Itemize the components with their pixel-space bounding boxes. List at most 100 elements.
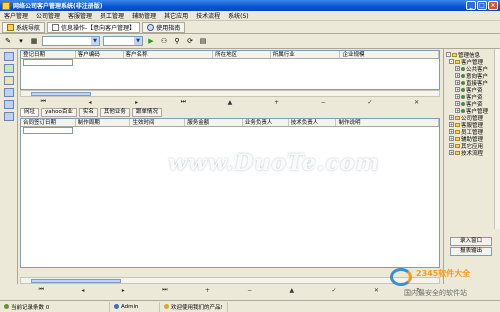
col-production-notes[interactable]: 制作说明	[336, 119, 439, 126]
first-record-icon[interactable]: ⏮	[37, 98, 49, 106]
scroll-thumb[interactable]	[31, 279, 121, 283]
col-industry[interactable]: 所属行业	[271, 51, 341, 58]
expand-icon[interactable]: +	[449, 143, 454, 148]
last-record-icon[interactable]: ⏭	[162, 286, 167, 294]
entry-window-button[interactable]: 录入窗口	[450, 237, 492, 246]
expand-icon[interactable]: +	[455, 108, 460, 113]
col-customer-code[interactable]: 客户编码	[76, 51, 124, 58]
scroll-thumb[interactable]	[31, 92, 91, 96]
menu-system[interactable]: 系统(S)	[224, 11, 253, 20]
prev-record-icon[interactable]: ◂	[81, 287, 84, 294]
col-business-owner[interactable]: 业务负责人	[243, 119, 289, 126]
sort-up-icon[interactable]: ▲	[224, 99, 236, 106]
export-icon[interactable]	[4, 100, 14, 109]
delete-record-icon[interactable]	[4, 76, 14, 85]
expand-icon[interactable]: +	[449, 150, 454, 155]
next-record-icon[interactable]: ▸	[122, 287, 125, 294]
minimize-button[interactable]: _	[466, 1, 476, 10]
expand-icon[interactable]: +	[449, 122, 454, 127]
menu-customer[interactable]: 客户管理	[0, 11, 32, 20]
last-record-icon[interactable]: ⏭	[177, 98, 189, 106]
menu-other[interactable]: 其它应用	[160, 11, 192, 20]
menu-service[interactable]: 客服管理	[64, 11, 96, 20]
remove-icon[interactable]: −	[247, 287, 252, 294]
customer-grid[interactable]: 登记日期 客户编码 客户名称 所在地区 所属行业 企业规模	[20, 50, 440, 90]
col-customer-name[interactable]: 客户名称	[124, 51, 214, 58]
edit-pencil-icon[interactable]: ✎	[3, 36, 13, 46]
close-button[interactable]: ×	[488, 1, 498, 10]
expand-icon[interactable]: +	[455, 101, 460, 106]
col-tech-owner[interactable]: 技术负责人	[289, 119, 337, 126]
col-company-size[interactable]: 企业规模	[340, 51, 439, 58]
col-register-date[interactable]: 登记日期	[21, 51, 76, 58]
save-icon[interactable]: ▤	[198, 36, 208, 46]
expand-icon[interactable]: +	[449, 129, 454, 134]
expand-icon[interactable]: +	[455, 94, 460, 99]
welcome-text: 欢迎使用我们的产品!	[171, 304, 223, 311]
prev-record-icon[interactable]: ◂	[84, 99, 96, 106]
menu-tech[interactable]: 技术流程	[192, 11, 224, 20]
status-dot-icon	[4, 304, 9, 309]
add-record-icon[interactable]	[4, 52, 14, 61]
tab-prospect-customers[interactable]: 信息操作-【意向客户管理】	[47, 21, 141, 33]
tab-bar: 系统导航 信息操作-【意向客户管理】 使用指南	[0, 21, 500, 34]
col-effective-time[interactable]: 生效时间	[130, 119, 186, 126]
tree-item[interactable]: + 技术流程	[446, 149, 494, 157]
search-all-icon[interactable]: ⚲	[172, 36, 182, 46]
cancel-icon[interactable]: ✕	[374, 287, 379, 294]
maximize-button[interactable]: □	[477, 1, 487, 10]
menu-assist[interactable]: 辅助管理	[128, 11, 160, 20]
collapse-icon[interactable]: -	[449, 59, 454, 64]
record-count-status: 当前记录条数 0	[0, 301, 110, 312]
tab-navigation[interactable]: 系统导航	[2, 21, 46, 33]
expand-icon[interactable]: +	[455, 73, 460, 78]
expand-icon[interactable]: +	[455, 80, 460, 85]
cancel-icon[interactable]: ✕	[411, 99, 423, 106]
field-select[interactable]: ▼	[42, 36, 100, 46]
collapse-icon[interactable]: -	[446, 52, 451, 57]
contract-date-filter[interactable]	[23, 127, 73, 134]
date-filter-input[interactable]	[23, 59, 73, 66]
operator-select[interactable]: ▼	[103, 36, 143, 46]
contract-grid[interactable]: 合同签订日期 制作周期 生效时间 服务金额 业务负责人 技术负责人 制作说明	[20, 118, 440, 268]
col-contract-date[interactable]: 合同签订日期	[21, 119, 76, 126]
add-icon[interactable]: +	[271, 99, 283, 106]
expand-icon[interactable]: +	[455, 87, 460, 92]
col-service-amount[interactable]: 服务金额	[185, 119, 243, 126]
sort-up-icon[interactable]: ▲	[290, 287, 295, 294]
tab-user-guide[interactable]: 使用指南	[142, 21, 186, 33]
add-icon[interactable]: +	[205, 287, 210, 294]
detail-tabs: 网址 yahoo百业 实名 其他业务 跟单情况	[20, 107, 440, 117]
remove-icon[interactable]: −	[317, 99, 329, 106]
expand-icon[interactable]: +	[455, 66, 460, 71]
search-user-icon[interactable]: ⚇	[159, 36, 169, 46]
col-region[interactable]: 所在地区	[213, 51, 271, 58]
tab-other-business[interactable]: 其他业务	[99, 107, 130, 117]
tree-vscroll[interactable]	[494, 49, 500, 229]
filter-icon[interactable]: ▾	[16, 36, 26, 46]
refresh-icon[interactable]: ⟳	[185, 36, 195, 46]
calendar-icon[interactable]: ▦	[29, 36, 39, 46]
management-tree[interactable]: - 管理信息 - 客户管理 + 公共客户 + 意向客户 + 直接客户 + 客户资 + 客户资 + 客户资 +…	[446, 51, 494, 157]
report-output-button[interactable]: 报表输出	[450, 247, 492, 256]
customer-grid-hscroll[interactable]	[20, 90, 440, 97]
print-icon[interactable]	[4, 88, 14, 97]
contract-filter-row	[21, 127, 439, 134]
settings-icon[interactable]	[4, 112, 14, 121]
tab-website[interactable]: 网址	[20, 107, 40, 117]
expand-icon[interactable]: +	[449, 115, 454, 120]
tab-follow-up[interactable]: 跟单情况	[131, 107, 162, 117]
expand-icon[interactable]: +	[449, 136, 454, 141]
edit-record-icon[interactable]	[4, 64, 14, 73]
col-production-cycle[interactable]: 制作周期	[76, 119, 131, 126]
menu-company[interactable]: 公司管理	[32, 11, 64, 20]
tab-realname[interactable]: 实名	[78, 107, 98, 117]
confirm-icon[interactable]: ✓	[364, 99, 376, 106]
confirm-icon[interactable]: ✓	[331, 287, 336, 294]
run-query-icon[interactable]: ▶	[146, 36, 156, 46]
tab-yahoo[interactable]: yahoo百业	[41, 107, 77, 117]
menu-staff[interactable]: 员工管理	[96, 11, 128, 20]
first-record-icon[interactable]: ⏮	[39, 286, 44, 294]
contract-grid-hscroll[interactable]	[20, 277, 440, 284]
next-record-icon[interactable]: ▸	[131, 99, 143, 106]
